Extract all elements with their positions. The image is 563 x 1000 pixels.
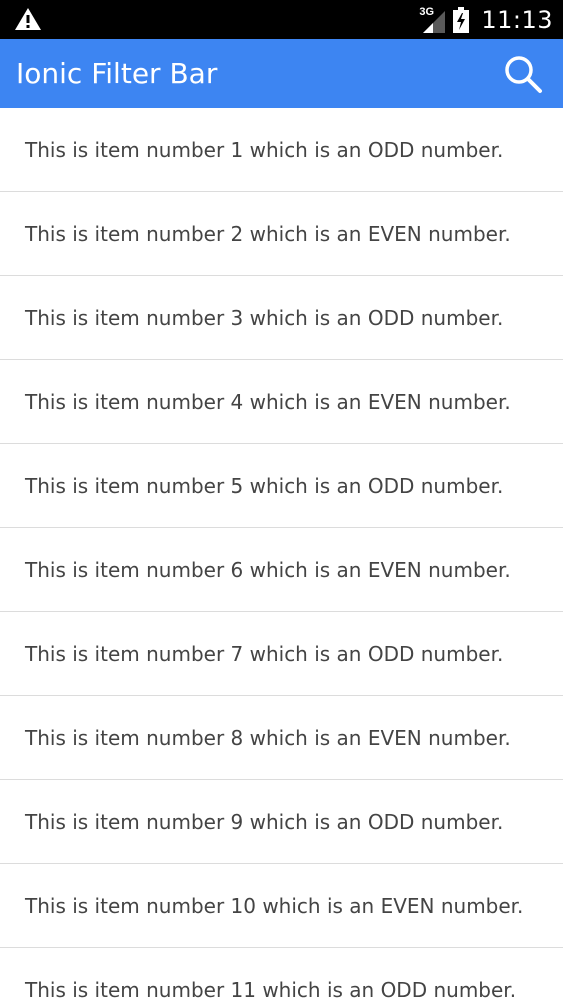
list-item-label: This is item number 4 which is an EVEN n…: [25, 389, 511, 414]
list-item-label: This is item number 5 which is an ODD nu…: [25, 473, 504, 498]
list-item[interactable]: This is item number 6 which is an EVEN n…: [0, 528, 563, 612]
status-time: 11:13: [481, 5, 553, 34]
list-item-label: This is item number 11 which is an ODD n…: [25, 977, 517, 1000]
list-item-label: This is item number 1 which is an ODD nu…: [25, 137, 504, 162]
list-item[interactable]: This is item number 2 which is an EVEN n…: [0, 192, 563, 276]
search-icon: [505, 56, 542, 93]
list-item-label: This is item number 7 which is an ODD nu…: [25, 641, 504, 666]
list-item-label: This is item number 9 which is an ODD nu…: [25, 809, 504, 834]
list-item[interactable]: This is item number 10 which is an EVEN …: [0, 864, 563, 948]
status-icons: 3G 11:13: [419, 0, 553, 39]
list-item[interactable]: This is item number 4 which is an EVEN n…: [0, 360, 563, 444]
list-item[interactable]: This is item number 7 which is an ODD nu…: [0, 612, 563, 696]
list-item-label: This is item number 3 which is an ODD nu…: [25, 305, 504, 330]
list-item-label: This is item number 8 which is an EVEN n…: [25, 725, 511, 750]
list-item[interactable]: This is item number 9 which is an ODD nu…: [0, 780, 563, 864]
list-item[interactable]: This is item number 5 which is an ODD nu…: [0, 444, 563, 528]
list-item[interactable]: This is item number 11 which is an ODD n…: [0, 948, 563, 1000]
list-item[interactable]: This is item number 1 which is an ODD nu…: [0, 108, 563, 192]
search-button[interactable]: [501, 52, 545, 96]
status-bar: 3G 11:13: [0, 0, 563, 39]
list-item[interactable]: This is item number 8 which is an EVEN n…: [0, 696, 563, 780]
signal-icon: [423, 10, 446, 33]
item-list: This is item number 1 which is an ODD nu…: [0, 108, 563, 1000]
page-title: Ionic Filter Bar: [16, 57, 218, 90]
list-item-label: This is item number 6 which is an EVEN n…: [25, 557, 511, 582]
list-item-label: This is item number 2 which is an EVEN n…: [25, 221, 511, 246]
warning-icon: [15, 8, 41, 30]
battery-charging-icon: [453, 6, 470, 33]
list-item[interactable]: This is item number 3 which is an ODD nu…: [0, 276, 563, 360]
signal-indicator: 3G: [419, 6, 447, 33]
app-header: Ionic Filter Bar: [0, 39, 563, 108]
list-item-label: This is item number 10 which is an EVEN …: [25, 893, 524, 918]
